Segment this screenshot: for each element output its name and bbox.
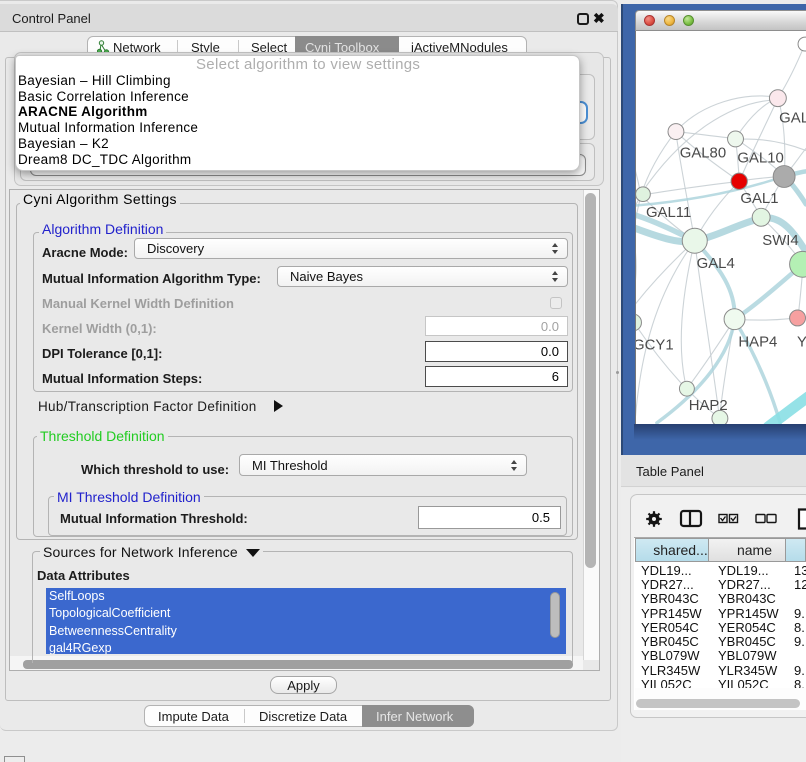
svg-text:HAP2: HAP2 <box>689 398 728 414</box>
svg-text:SWI4: SWI4 <box>762 233 798 249</box>
svg-text:GAL80: GAL80 <box>680 145 726 161</box>
svg-text:GAL7: GAL7 <box>779 111 806 127</box>
svg-text:GAL1: GAL1 <box>740 191 778 207</box>
svg-text:Y: Y <box>797 334 806 350</box>
svg-text:GAL10: GAL10 <box>737 150 783 166</box>
svg-text:GAL4: GAL4 <box>697 256 735 272</box>
svg-text:GAL11: GAL11 <box>646 205 691 221</box>
svg-text:GCY1: GCY1 <box>635 337 674 353</box>
svg-text:HAP4: HAP4 <box>738 334 777 350</box>
